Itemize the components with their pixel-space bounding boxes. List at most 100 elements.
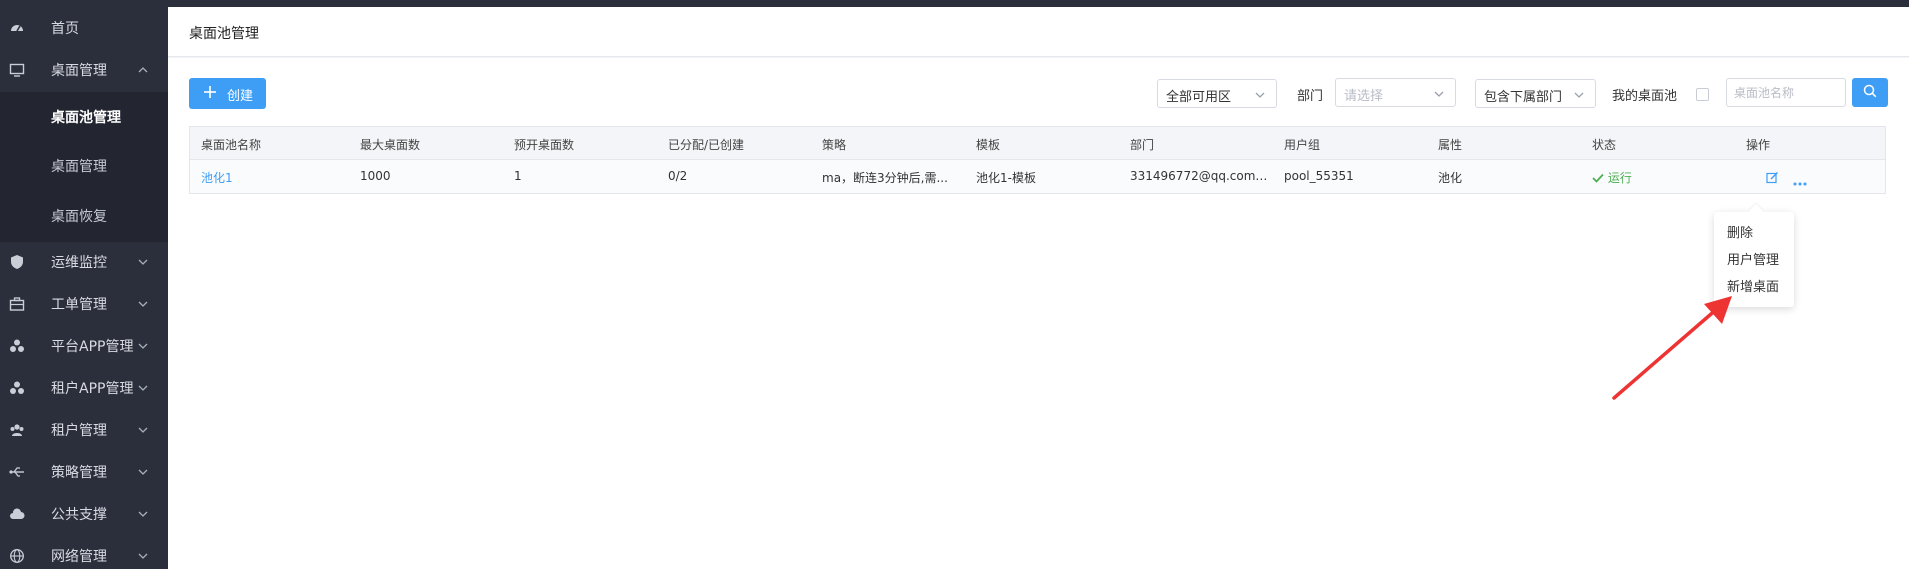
cloud-icon xyxy=(9,506,25,522)
column-header: 桌面池名称 xyxy=(201,138,262,152)
nav-home[interactable]: 首页 xyxy=(0,8,168,48)
chevron-down-icon xyxy=(137,298,149,310)
nav-home-label: 首页 xyxy=(51,21,79,37)
nav-tenant-app-label: 租户APP管理 xyxy=(51,381,134,397)
chevron-down-icon xyxy=(1433,88,1445,98)
dept-select-placeholder: 请选择 xyxy=(1344,89,1384,104)
column-header: 部门 xyxy=(1130,138,1155,152)
nav-tenant-label: 租户管理 xyxy=(51,423,107,439)
chevron-down-icon xyxy=(1254,89,1266,99)
nav-desktop-management[interactable]: 桌面管理 xyxy=(0,50,168,90)
nav-ticket[interactable]: 工单管理 xyxy=(0,284,168,324)
max-desktops-cell: 1000 xyxy=(360,169,391,183)
search-icon xyxy=(1863,84,1877,102)
chevron-down-icon xyxy=(1573,89,1585,99)
desktop-submenu: 桌面池管理 桌面管理 桌面恢复 xyxy=(0,92,168,242)
include-sub-dept-select[interactable]: 包含下属部门 xyxy=(1475,79,1596,108)
column-header: 属性 xyxy=(1438,138,1463,152)
attribute-cell: 池化 xyxy=(1438,171,1463,185)
table-header: 桌面池名称 最大桌面数 预开桌面数 已分配/已创建 策略 模板 部门 用户组 属… xyxy=(190,127,1885,160)
column-header: 已分配/已创建 xyxy=(668,138,745,152)
policy-cell: ma，断连3分钟后,需... xyxy=(822,171,948,185)
chevron-down-icon xyxy=(137,466,149,478)
user-group-cell: pool_55351 xyxy=(1284,169,1354,183)
preopen-desktops-cell: 1 xyxy=(514,169,522,183)
allocated-created-cell: 0/2 xyxy=(668,169,688,183)
create-button[interactable]: 创建 xyxy=(189,78,266,109)
check-icon xyxy=(1592,173,1604,183)
page-title: 桌面池管理 xyxy=(189,26,259,42)
nav-ops-monitor-label: 运维监控 xyxy=(51,255,107,271)
chevron-down-icon xyxy=(137,424,149,436)
sidebar: 首页 桌面管理 桌面池管理 桌面管理 桌面恢复 运维监控 工单管理 平台APP管… xyxy=(0,0,168,569)
column-header: 用户组 xyxy=(1284,138,1321,152)
edit-icon[interactable] xyxy=(1766,171,1779,188)
nav-tenant[interactable]: 租户管理 xyxy=(0,410,168,450)
nav-policy[interactable]: 策略管理 xyxy=(0,452,168,492)
status-text: 运行 xyxy=(1607,171,1632,185)
department-cell: 331496772@qq.com#... xyxy=(1130,169,1268,183)
nav-public-support-label: 公共支撑 xyxy=(51,507,107,523)
dept-label: 部门 xyxy=(1297,89,1324,104)
nav-network[interactable]: 网络管理 xyxy=(0,536,168,569)
sub-item-label: 桌面恢复 xyxy=(51,209,107,225)
monitor-icon xyxy=(9,62,25,78)
top-bar xyxy=(168,0,1909,7)
column-header: 策略 xyxy=(822,138,847,152)
sub-item-desktop-restore[interactable]: 桌面恢复 xyxy=(0,196,168,236)
column-header: 模板 xyxy=(976,138,1001,152)
nav-public-support[interactable]: 公共支撑 xyxy=(0,494,168,534)
sub-item-label: 桌面池管理 xyxy=(51,110,121,126)
nav-policy-label: 策略管理 xyxy=(51,465,107,481)
more-actions-icon[interactable] xyxy=(1793,175,1807,190)
sub-item-label: 桌面管理 xyxy=(51,159,107,175)
create-button-label: 创建 xyxy=(227,89,254,104)
zone-select[interactable]: 全部可用区 xyxy=(1157,79,1277,108)
globe-icon xyxy=(9,548,25,564)
usb-icon xyxy=(9,464,25,480)
pool-name-search-field[interactable] xyxy=(1727,79,1845,106)
sub-item-desktop-pool[interactable]: 桌面池管理 xyxy=(0,97,168,137)
column-header: 最大桌面数 xyxy=(360,138,421,152)
pool-name-search-input[interactable] xyxy=(1726,78,1846,107)
nav-desktop-management-label: 桌面管理 xyxy=(51,63,107,79)
chevron-up-icon xyxy=(137,64,149,76)
apps-icon xyxy=(9,380,25,396)
column-header: 操作 xyxy=(1746,138,1771,152)
nav-platform-app-label: 平台APP管理 xyxy=(51,339,134,355)
users-icon xyxy=(9,422,25,438)
status-badge: 运行 xyxy=(1592,169,1632,186)
column-header: 预开桌面数 xyxy=(514,138,575,152)
shield-icon xyxy=(9,254,25,270)
apps-icon xyxy=(9,338,25,354)
chevron-down-icon xyxy=(137,508,149,520)
desktop-pool-table: 桌面池名称 最大桌面数 预开桌面数 已分配/已创建 策略 模板 部门 用户组 属… xyxy=(189,126,1886,194)
nav-ticket-label: 工单管理 xyxy=(51,297,107,313)
plus-icon xyxy=(203,85,217,99)
column-header: 状态 xyxy=(1592,138,1617,152)
nav-platform-app[interactable]: 平台APP管理 xyxy=(0,326,168,366)
table-row: 池化1 1000 1 0/2 ma，断连3分钟后,需... 池化1-模板 331… xyxy=(190,160,1885,193)
chevron-down-icon xyxy=(137,382,149,394)
pool-name-link[interactable]: 池化1 xyxy=(201,169,233,186)
nav-tenant-app[interactable]: 租户APP管理 xyxy=(0,368,168,408)
briefcase-icon xyxy=(9,296,25,312)
dashboard-icon xyxy=(9,20,25,36)
page-header: 桌面池管理 xyxy=(168,7,1909,57)
chevron-down-icon xyxy=(137,256,149,268)
include-sub-dept-value: 包含下属部门 xyxy=(1484,90,1563,105)
dept-select[interactable]: 请选择 xyxy=(1335,78,1456,107)
nav-network-label: 网络管理 xyxy=(51,549,107,565)
chevron-down-icon xyxy=(137,550,149,562)
nav-ops-monitor[interactable]: 运维监控 xyxy=(0,242,168,282)
sub-item-desktop[interactable]: 桌面管理 xyxy=(0,146,168,186)
menu-item-delete[interactable]: 删除 xyxy=(1727,222,1753,241)
annotation-arrow xyxy=(1612,296,1732,400)
my-pool-checkbox[interactable] xyxy=(1696,88,1709,101)
search-button[interactable] xyxy=(1852,78,1888,107)
menu-item-user-management[interactable]: 用户管理 xyxy=(1727,249,1779,268)
zone-select-value: 全部可用区 xyxy=(1166,90,1232,105)
chevron-down-icon xyxy=(137,340,149,352)
my-pool-label: 我的桌面池 xyxy=(1612,89,1678,104)
template-cell: 池化1-模板 xyxy=(976,171,1036,185)
